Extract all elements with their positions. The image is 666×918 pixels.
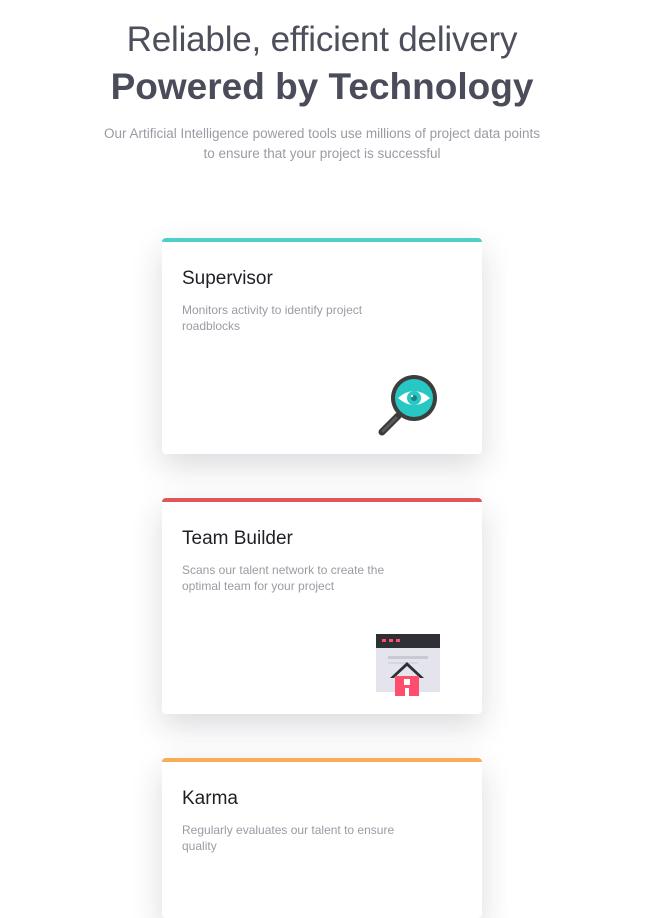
feature-card-team-builder: Team Builder Scans our talent network to… <box>162 498 482 714</box>
hero-heading-bold: Powered by Technology <box>110 66 534 107</box>
card-title: Karma <box>182 788 238 809</box>
hero-section: Reliable, efficient delivery Powered by … <box>0 18 644 164</box>
card-description: Regularly evaluates our talent to ensure… <box>182 823 395 853</box>
card-description: Monitors activity to identify project ro… <box>182 303 363 333</box>
hero-heading-light: Reliable, efficient delivery <box>126 20 518 59</box>
card-title: Supervisor <box>182 268 273 289</box>
magnifier-eye-icon <box>374 372 440 438</box>
card-description: Scans our talent network to create the o… <box>182 563 385 593</box>
feature-card-supervisor: Supervisor Monitors activity to identify… <box>162 238 482 454</box>
hero-subtitle: Our Artificial Intelligence powered tool… <box>104 126 540 161</box>
card-title: Team Builder <box>182 528 293 549</box>
browser-house-icon <box>374 632 440 698</box>
feature-card-karma: Karma Regularly evaluates our talent to … <box>162 758 482 918</box>
